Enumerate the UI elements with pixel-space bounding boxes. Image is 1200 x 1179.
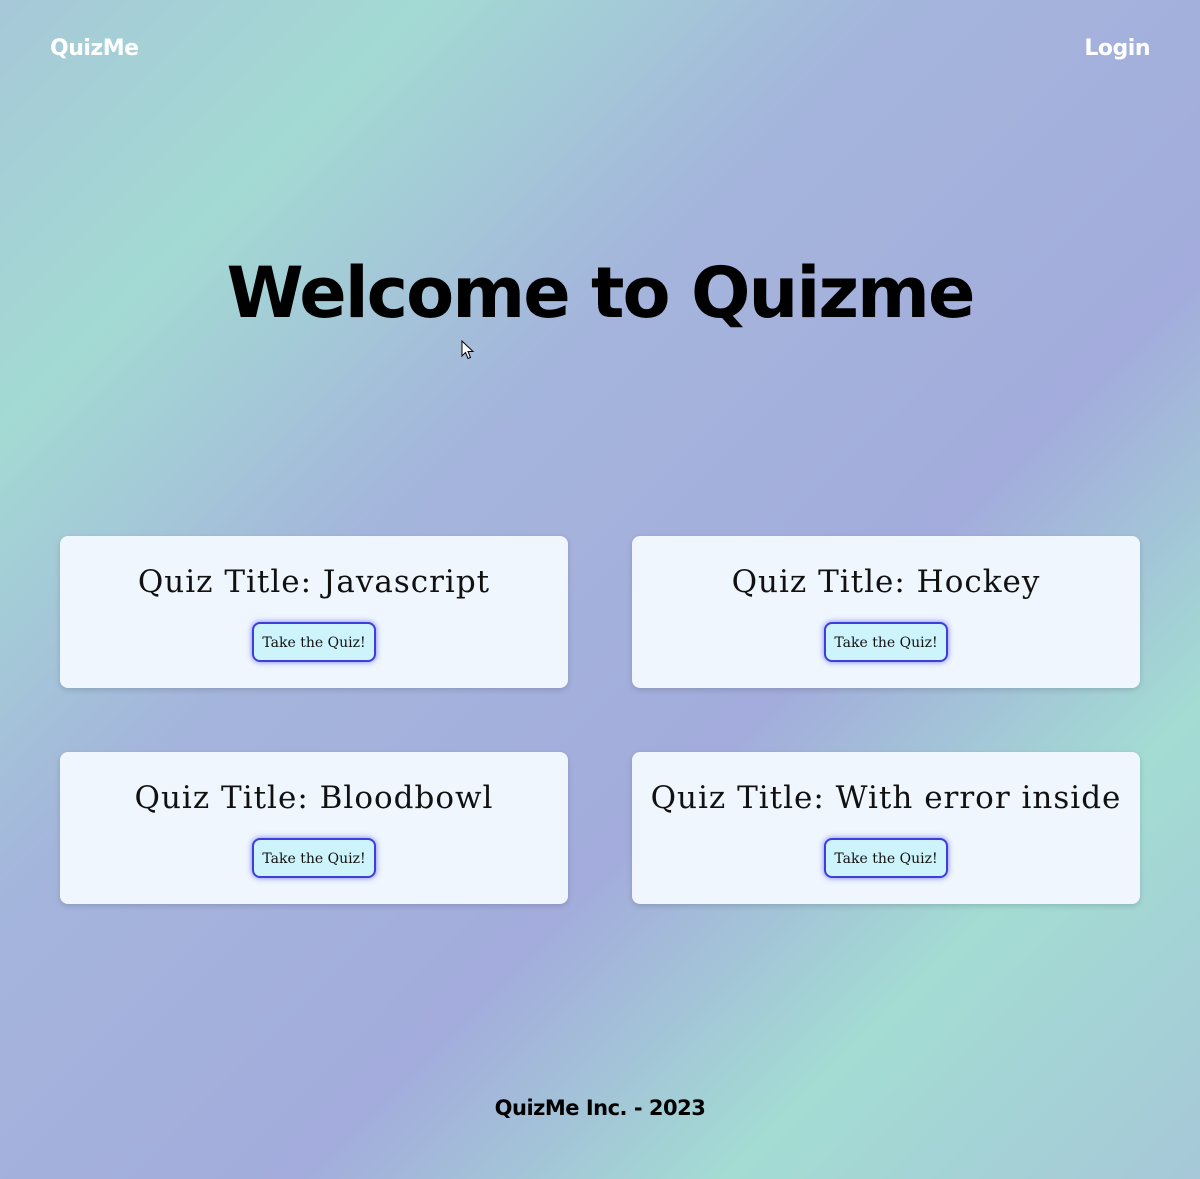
take-quiz-button[interactable]: Take the Quiz! xyxy=(824,838,948,878)
take-quiz-button[interactable]: Take the Quiz! xyxy=(252,838,376,878)
quiz-card-bloodbowl: Quiz Title: Bloodbowl Take the Quiz! xyxy=(60,752,568,904)
quiz-card-with-error-inside: Quiz Title: With error inside Take the Q… xyxy=(632,752,1140,904)
take-quiz-button[interactable]: Take the Quiz! xyxy=(252,622,376,662)
nav-brand[interactable]: QuizMe xyxy=(50,36,139,61)
quiz-title: Quiz Title: Javascript xyxy=(137,564,491,600)
footer-text: QuizMe Inc. - 2023 xyxy=(494,1096,706,1120)
quiz-title: Quiz Title: Bloodbowl xyxy=(134,780,494,816)
take-quiz-button[interactable]: Take the Quiz! xyxy=(824,622,948,662)
page-title: Welcome to Quizme xyxy=(226,252,976,334)
mouse-pointer-icon xyxy=(461,340,475,360)
login-link[interactable]: Login xyxy=(1084,36,1150,61)
quiz-card-hockey: Quiz Title: Hockey Take the Quiz! xyxy=(632,536,1140,688)
quiz-title: Quiz Title: Hockey xyxy=(731,564,1041,600)
quiz-title: Quiz Title: With error inside xyxy=(650,780,1122,816)
quiz-card-javascript: Quiz Title: Javascript Take the Quiz! xyxy=(60,536,568,688)
